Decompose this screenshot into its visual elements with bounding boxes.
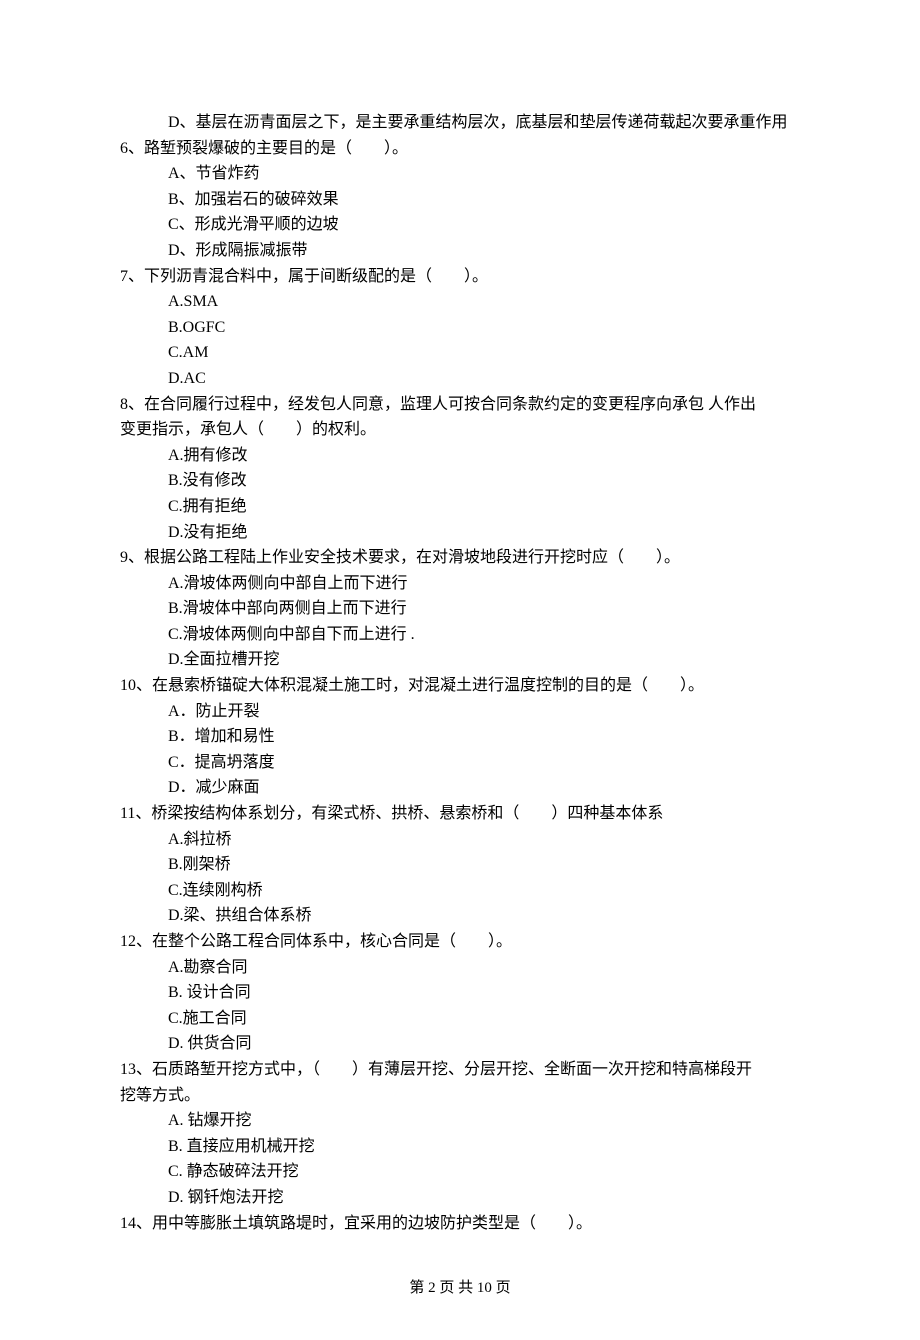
question-13-text1: 石质路堑开挖方式中，（ ）有薄层开挖、分层开挖、全断面一次开挖和特高梯段开: [152, 1061, 752, 1078]
question-13-option-a: A. 钻爆开挖: [120, 1108, 800, 1134]
question-7-text: 下列沥青混合料中，属于间断级配的是（ ）。: [144, 268, 488, 285]
question-8-stem-line2: 变更指示，承包人（ ）的权利。: [120, 417, 800, 443]
question-6-number: 6: [120, 140, 128, 157]
question-13-option-c: C. 静态破碎法开挖: [120, 1159, 800, 1185]
question-12-text: 在整个公路工程合同体系中，核心合同是（ ）。: [152, 933, 512, 950]
question-13-option-d: D. 钢钎炮法开挖: [120, 1185, 800, 1211]
question-13-stem-line2: 挖等方式。: [120, 1083, 800, 1109]
question-11-option-a: A.斜拉桥: [120, 827, 800, 853]
separator: 、: [135, 805, 151, 822]
question-6-option-d: D、形成隔振减振带: [120, 238, 800, 264]
question-13-number: 13: [120, 1061, 136, 1078]
question-12-option-a: A.勘察合同: [120, 955, 800, 981]
question-7-stem: 7、下列沥青混合料中，属于间断级配的是（ ）。: [120, 264, 800, 290]
question-13-stem-line1: 13、石质路堑开挖方式中，（ ）有薄层开挖、分层开挖、全断面一次开挖和特高梯段开: [120, 1057, 800, 1083]
separator: 、: [128, 549, 144, 566]
question-9-text: 根据公路工程陆上作业安全技术要求，在对滑坡地段进行开挖时应（ ）。: [144, 549, 680, 566]
question-9-stem: 9、根据公路工程陆上作业安全技术要求，在对滑坡地段进行开挖时应（ ）。: [120, 545, 800, 571]
question-8-option-d: D.没有拒绝: [120, 520, 800, 546]
separator: 、: [128, 396, 144, 413]
question-14-text: 用中等膨胀土填筑路堤时，宜采用的边坡防护类型是（ ）。: [152, 1215, 592, 1232]
question-6-stem: 6、路堑预裂爆破的主要目的是（ ）。: [120, 136, 800, 162]
question-6-option-c: C、形成光滑平顺的边坡: [120, 212, 800, 238]
question-11-option-d: D.梁、拱组合体系桥: [120, 903, 800, 929]
separator: 、: [136, 1061, 152, 1078]
question-11-number: 11: [120, 805, 135, 822]
question-9-option-b: B.滑坡体中部向两侧自上而下进行: [120, 596, 800, 622]
question-11-stem: 11、桥梁按结构体系划分，有梁式桥、拱桥、悬索桥和（ ）四种基本体系: [120, 801, 800, 827]
question-10-option-d: D．减少麻面: [120, 775, 800, 801]
question-13-option-b: B. 直接应用机械开挖: [120, 1134, 800, 1160]
question-9-option-a: A.滑坡体两侧向中部自上而下进行: [120, 571, 800, 597]
page-footer: 第 2 页 共 10 页: [120, 1276, 800, 1300]
question-10-option-b: B．增加和易性: [120, 724, 800, 750]
question-10-number: 10: [120, 677, 136, 694]
question-6-option-a: A、节省炸药: [120, 161, 800, 187]
question-8-option-b: B.没有修改: [120, 468, 800, 494]
question-7-option-c: C.AM: [120, 340, 800, 366]
question-8-text1: 在合同履行过程中，经发包人同意，监理人可按合同条款约定的变更程序向承包 人作出: [144, 396, 756, 413]
question-12-option-c: C.施工合同: [120, 1006, 800, 1032]
page-container: D、基层在沥青面层之下，是主要承重结构层次，底基层和垫层传递荷载起次要承重作用 …: [0, 0, 920, 1340]
question-14-stem: 14、用中等膨胀土填筑路堤时，宜采用的边坡防护类型是（ ）。: [120, 1211, 800, 1237]
question-6-text: 路堑预裂爆破的主要目的是（ ）。: [144, 140, 408, 157]
question-8-stem-line1: 8、在合同履行过程中，经发包人同意，监理人可按合同条款约定的变更程序向承包 人作…: [120, 392, 800, 418]
question-7-option-b: B.OGFC: [120, 315, 800, 341]
question-12-option-d: D. 供货合同: [120, 1031, 800, 1057]
question-8-option-a: A.拥有修改: [120, 443, 800, 469]
separator: 、: [128, 140, 144, 157]
question-11-option-c: C.连续刚构桥: [120, 878, 800, 904]
question-14-number: 14: [120, 1215, 136, 1232]
question-12-number: 12: [120, 933, 136, 950]
question-7-option-a: A.SMA: [120, 289, 800, 315]
question-11-option-b: B.刚架桥: [120, 852, 800, 878]
question-10-option-a: A．防止开裂: [120, 699, 800, 725]
question-10-stem: 10、在悬索桥锚碇大体积混凝土施工时，对混凝土进行温度控制的目的是（ ）。: [120, 673, 800, 699]
question-10-option-c: C．提高坍落度: [120, 750, 800, 776]
question-8-number: 8: [120, 396, 128, 413]
question-6-option-b: B、加强岩石的破碎效果: [120, 187, 800, 213]
separator: 、: [136, 677, 152, 694]
question-9-number: 9: [120, 549, 128, 566]
separator: 、: [136, 1215, 152, 1232]
question-12-stem: 12、在整个公路工程合同体系中，核心合同是（ ）。: [120, 929, 800, 955]
question-7-option-d: D.AC: [120, 366, 800, 392]
question-7-number: 7: [120, 268, 128, 285]
question-11-text: 桥梁按结构体系划分，有梁式桥、拱桥、悬索桥和（ ）四种基本体系: [151, 805, 663, 822]
question-9-option-c: C.滑坡体两侧向中部自下而上进行 .: [120, 622, 800, 648]
question-12-option-b: B. 设计合同: [120, 980, 800, 1006]
leading-option-d: D、基层在沥青面层之下，是主要承重结构层次，底基层和垫层传递荷载起次要承重作用: [120, 110, 800, 136]
question-8-option-c: C.拥有拒绝: [120, 494, 800, 520]
question-10-text: 在悬索桥锚碇大体积混凝土施工时，对混凝土进行温度控制的目的是（ ）。: [152, 677, 704, 694]
separator: 、: [136, 933, 152, 950]
separator: 、: [128, 268, 144, 285]
question-9-option-d: D.全面拉槽开挖: [120, 647, 800, 673]
